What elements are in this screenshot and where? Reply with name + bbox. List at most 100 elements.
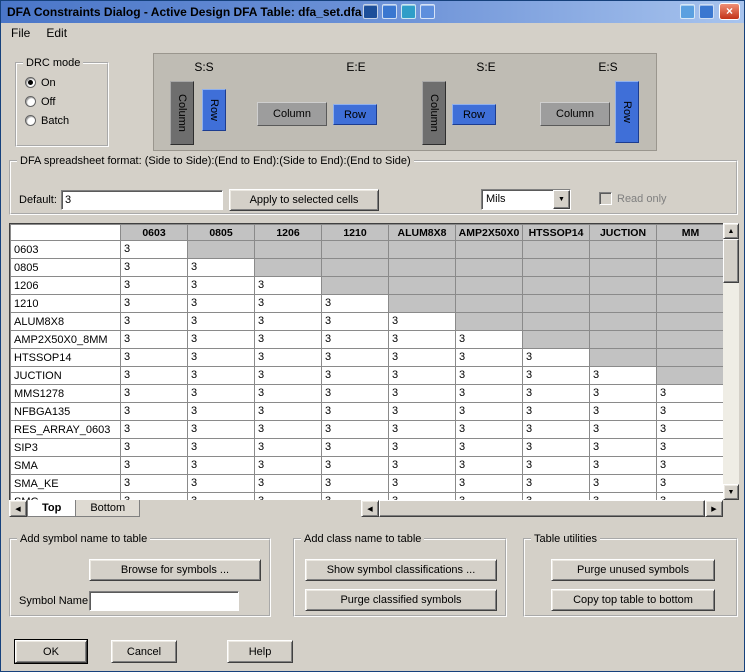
grid-cell[interactable]: 3 — [456, 331, 523, 349]
grid-cell[interactable]: 3 — [121, 331, 188, 349]
grid-cell[interactable]: 3 — [456, 367, 523, 385]
grid-cell[interactable] — [657, 367, 724, 385]
es-column-button[interactable]: Column — [540, 102, 610, 126]
grid-cell[interactable]: 3 — [188, 403, 255, 421]
ee-row-button[interactable]: Row — [333, 104, 377, 125]
grid-cell[interactable] — [523, 331, 590, 349]
grid-cell[interactable]: 3 — [590, 493, 657, 501]
grid-cell[interactable] — [523, 241, 590, 259]
scroll-up-button[interactable]: ▲ — [723, 223, 739, 239]
grid-cell[interactable]: 3 — [590, 367, 657, 385]
grid-cell[interactable]: 3 — [121, 349, 188, 367]
grid-cell[interactable]: 3 — [389, 385, 456, 403]
browse-for-symbols-button[interactable]: Browse for symbols ... — [89, 559, 261, 581]
grid-cell[interactable]: 3 — [255, 349, 322, 367]
row-header-juction[interactable]: JUCTION — [11, 367, 121, 385]
row-header-nfbga135[interactable]: NFBGA135 — [11, 403, 121, 421]
grid-cell[interactable]: 3 — [121, 421, 188, 439]
grid-cell[interactable] — [590, 331, 657, 349]
grid-cell[interactable]: 3 — [255, 277, 322, 295]
grid-cell[interactable]: 3 — [322, 475, 389, 493]
grid-cell[interactable]: 3 — [456, 421, 523, 439]
column-header-1210[interactable]: 1210 — [322, 225, 389, 241]
grid-cell[interactable]: 3 — [188, 331, 255, 349]
grid-cell[interactable]: 3 — [456, 457, 523, 475]
grid-cell[interactable]: 3 — [188, 349, 255, 367]
grid-cell[interactable]: 3 — [121, 259, 188, 277]
grid-cell[interactable]: 3 — [389, 313, 456, 331]
horizontal-scroll-thumb[interactable] — [379, 500, 705, 517]
row-header-0805[interactable]: 0805 — [11, 259, 121, 277]
grid-cell[interactable]: 3 — [322, 331, 389, 349]
ee-column-button[interactable]: Column — [257, 102, 327, 126]
grid-cell[interactable] — [657, 277, 724, 295]
grid-cell[interactable]: 3 — [456, 475, 523, 493]
grid-cell[interactable]: 3 — [188, 493, 255, 501]
grid-cell[interactable]: 3 — [523, 421, 590, 439]
grid-cell[interactable]: 3 — [188, 313, 255, 331]
grid-cell[interactable] — [657, 349, 724, 367]
grid-cell[interactable]: 3 — [657, 403, 724, 421]
grid-cell[interactable]: 3 — [121, 295, 188, 313]
row-header-sma[interactable]: SMA — [11, 457, 121, 475]
grid-cell[interactable] — [389, 277, 456, 295]
grid-cell[interactable]: 3 — [322, 349, 389, 367]
grid-cell[interactable]: 3 — [523, 349, 590, 367]
grid-cell[interactable]: 3 — [523, 385, 590, 403]
grid-cell[interactable] — [657, 331, 724, 349]
grid-cell[interactable]: 3 — [188, 385, 255, 403]
grid-cell[interactable]: 3 — [188, 457, 255, 475]
grid-cell[interactable]: 3 — [523, 475, 590, 493]
ok-button[interactable]: OK — [15, 640, 87, 663]
grid-cell[interactable]: 3 — [188, 475, 255, 493]
default-value-input[interactable] — [61, 190, 223, 210]
lang-bar-icon[interactable] — [680, 4, 695, 19]
read-only-checkbox[interactable] — [599, 192, 612, 205]
grid-cell[interactable]: 3 — [456, 385, 523, 403]
sheet-tab-top[interactable]: Top — [27, 500, 76, 517]
grid-cell[interactable]: 3 — [121, 367, 188, 385]
grid-cell[interactable]: 3 — [121, 439, 188, 457]
grid-cell[interactable]: 3 — [121, 385, 188, 403]
row-header-mms1278[interactable]: MMS1278 — [11, 385, 121, 403]
row-header-amp2x50x0_8mm[interactable]: AMP2X50X0_8MM — [11, 331, 121, 349]
help-button[interactable]: Help — [227, 640, 293, 663]
menu-edit[interactable]: Edit — [38, 23, 75, 43]
grid-cell[interactable] — [255, 241, 322, 259]
row-header-1210[interactable]: 1210 — [11, 295, 121, 313]
grid-cell[interactable]: 3 — [255, 331, 322, 349]
column-header-alum8x8[interactable]: ALUM8X8 — [389, 225, 456, 241]
column-header-mm[interactable]: MM — [657, 225, 724, 241]
grid-cell[interactable]: 3 — [322, 457, 389, 475]
grid-cell[interactable]: 3 — [657, 439, 724, 457]
drc-option-on[interactable]: On — [25, 73, 107, 92]
units-select[interactable]: Mils ▼ — [481, 189, 571, 210]
grid-cell[interactable] — [657, 259, 724, 277]
grid-cell[interactable]: 3 — [389, 439, 456, 457]
grid-cell[interactable]: 3 — [188, 295, 255, 313]
grid-cell[interactable]: 3 — [657, 385, 724, 403]
grid-cell[interactable]: 3 — [657, 457, 724, 475]
purge-unused-symbols-button[interactable]: Purge unused symbols — [551, 559, 715, 581]
grid-cell[interactable]: 3 — [590, 457, 657, 475]
grid-cell[interactable]: 3 — [255, 475, 322, 493]
grid-cell[interactable] — [255, 259, 322, 277]
copy-top-table-to-bottom-button[interactable]: Copy top table to bottom — [551, 589, 715, 611]
grid-cell[interactable] — [456, 313, 523, 331]
grid-cell[interactable] — [322, 259, 389, 277]
ime-mode-icon[interactable] — [363, 4, 378, 19]
ss-row-button[interactable]: Row — [202, 89, 226, 131]
drc-option-off[interactable]: Off — [25, 92, 107, 111]
grid-cell[interactable]: 3 — [188, 439, 255, 457]
ss-column-button[interactable]: Column — [170, 81, 194, 145]
grid-cell[interactable]: 3 — [389, 331, 456, 349]
grid-cell[interactable]: 3 — [456, 403, 523, 421]
grid-cell[interactable]: 3 — [389, 493, 456, 501]
grid-cell[interactable]: 3 — [322, 403, 389, 421]
grid-cell[interactable]: 3 — [389, 349, 456, 367]
grid-cell[interactable]: 3 — [121, 475, 188, 493]
grid-cell[interactable]: 3 — [322, 313, 389, 331]
grid-cell[interactable] — [456, 277, 523, 295]
grid-cell[interactable] — [389, 259, 456, 277]
drc-option-batch[interactable]: Batch — [25, 111, 107, 130]
